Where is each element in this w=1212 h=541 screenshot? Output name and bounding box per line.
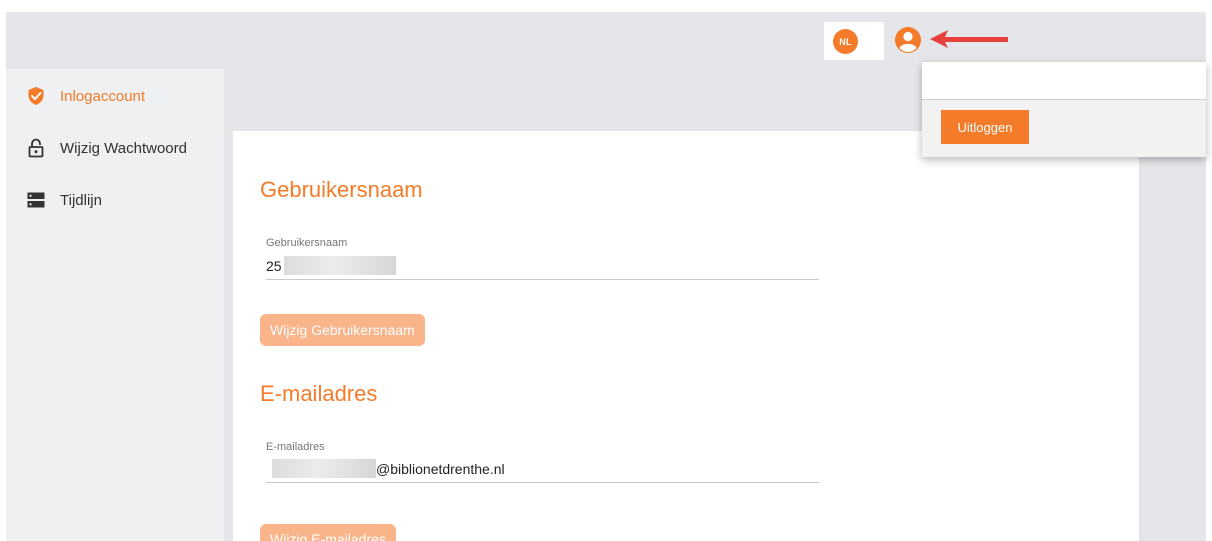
redacted-block (272, 459, 376, 478)
username-field[interactable]: 25 (266, 256, 819, 280)
sidebar-item-label: Inlogaccount (60, 87, 146, 105)
username-field-label: Gebruikersnaam (266, 237, 348, 249)
redacted-block (284, 256, 396, 275)
server-icon (26, 190, 46, 210)
language-badge[interactable]: NL (833, 29, 858, 54)
language-selector[interactable]: NL (824, 22, 884, 60)
annotation-arrow-icon (928, 28, 1010, 50)
lock-icon (26, 138, 46, 158)
sidebar-item-label: Wijzig Wachtwoord (60, 139, 187, 157)
logout-button[interactable]: Uitloggen (941, 110, 1029, 144)
username-section-title: Gebruikersnaam (260, 177, 423, 202)
shield-check-icon (26, 86, 46, 106)
user-menu-header (922, 62, 1206, 100)
sidebar-item-inlogaccount[interactable]: Inlogaccount (6, 76, 224, 116)
change-email-button[interactable]: Wijzig E-mailadres (260, 524, 396, 541)
username-value: 25 (266, 258, 282, 274)
sidebar-item-tijdlijn[interactable]: Tijdlijn (6, 180, 224, 220)
email-field-label: E-mailadres (266, 441, 325, 453)
change-username-button[interactable]: Wijzig Gebruikersnaam (260, 314, 425, 346)
sidebar-item-label: Tijdlijn (60, 191, 102, 209)
email-field[interactable]: @biblionetdrenthe.nl (266, 459, 819, 483)
account-card: Gebruikersnaam Gebruikersnaam 25 Wijzig … (233, 131, 1139, 541)
user-circle-icon[interactable] (894, 26, 922, 54)
email-section-title: E-mailadres (260, 381, 378, 406)
email-value: @biblionetdrenthe.nl (376, 461, 505, 477)
sidebar: Inlogaccount Wijzig Wachtwoord Tijdlijn (6, 69, 224, 541)
user-menu-dropdown: Uitloggen (922, 62, 1206, 157)
sidebar-item-wijzig-wachtwoord[interactable]: Wijzig Wachtwoord (6, 128, 224, 168)
